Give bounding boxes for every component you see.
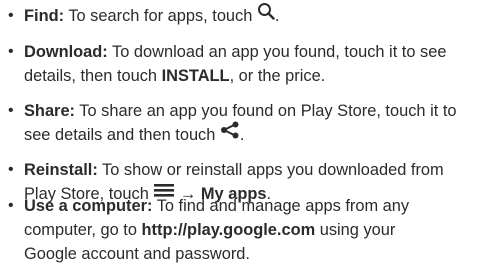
term-find: Find:: [24, 7, 65, 25]
term-share: Share:: [24, 102, 76, 120]
share-icon: [220, 121, 240, 146]
install-label: INSTALL: [161, 67, 230, 85]
bullet: •: [8, 161, 14, 178]
bullet: •: [8, 7, 14, 24]
play-store-url: http://play.google.com: [141, 221, 316, 239]
term-use-a-computer: Use a computer:: [24, 197, 153, 215]
bullet: •: [8, 43, 14, 60]
bullet: •: [8, 197, 14, 214]
term-download: Download:: [24, 43, 108, 61]
bullet: •: [8, 102, 14, 119]
search-icon: [257, 2, 275, 27]
play-store-tips-list: • Find: To search for apps, touch . • Do…: [0, 0, 497, 275]
find-text: To search for apps, touch: [64, 7, 257, 25]
term-reinstall: Reinstall:: [24, 161, 98, 179]
